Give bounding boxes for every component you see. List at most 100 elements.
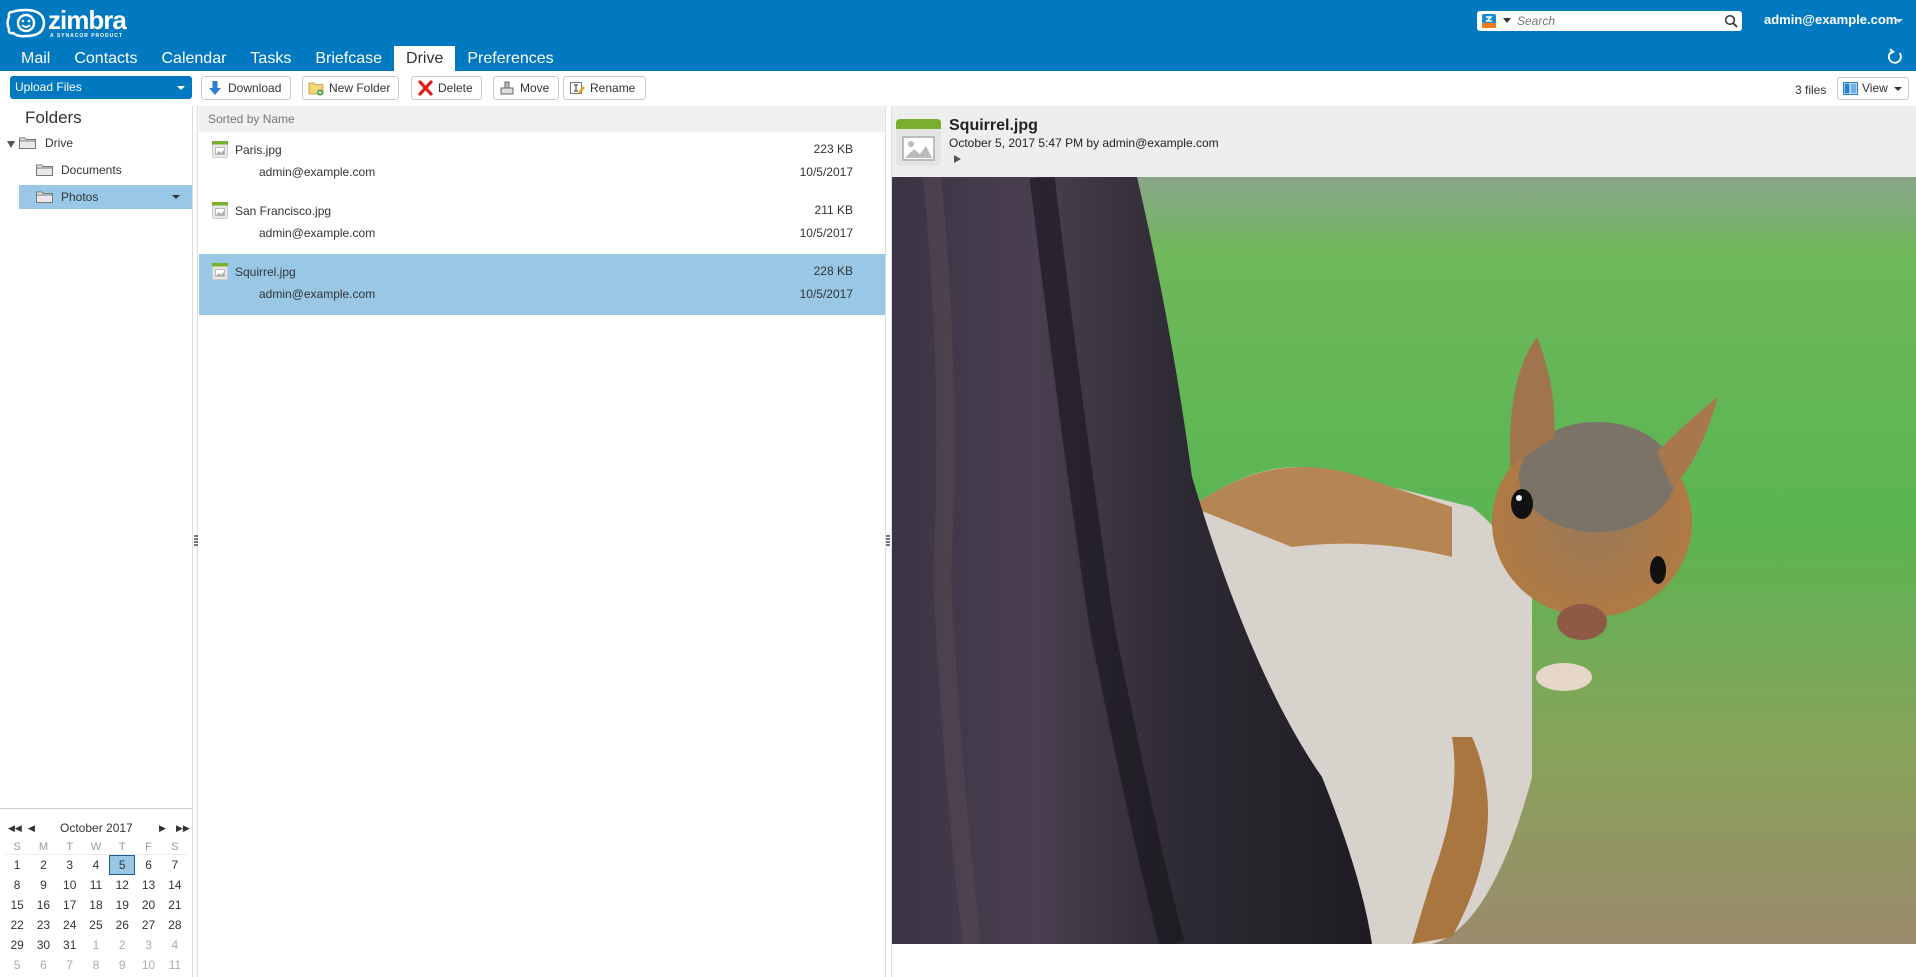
new-folder-button[interactable]: New Folder — [302, 76, 399, 100]
next-year-icon[interactable]: ▶▶ — [176, 823, 190, 834]
tree-item-photos[interactable]: Photos — [19, 185, 192, 209]
prev-month-icon[interactable]: ◀ — [28, 823, 35, 834]
calendar-day[interactable]: 17 — [57, 895, 83, 915]
calendar-day[interactable]: 5 — [4, 955, 30, 975]
expand-details-icon[interactable] — [954, 155, 961, 163]
calendar-day[interactable]: 8 — [4, 875, 30, 895]
zimbra-logo[interactable]: zimbra A SYNACOR PRODUCT — [6, 5, 127, 39]
calendar-day[interactable]: 7 — [162, 855, 188, 875]
grip-line — [886, 541, 890, 543]
file-count: 3 files — [1795, 83, 1827, 97]
file-name: Paris.jpg — [235, 143, 282, 157]
calendar-day[interactable]: 16 — [30, 895, 56, 915]
calendar-day[interactable]: 11 — [162, 955, 188, 975]
delete-x-icon — [418, 80, 433, 96]
user-menu[interactable]: admin@example.com — [1764, 12, 1897, 27]
calendar-day[interactable]: 6 — [30, 955, 56, 975]
tab-mail[interactable]: Mail — [9, 46, 62, 71]
calendar-day[interactable]: 2 — [109, 935, 135, 955]
calendar-day[interactable]: 18 — [83, 895, 109, 915]
file-date: 10/5/2017 — [799, 165, 853, 179]
weekday-label: S — [13, 841, 21, 853]
folder-actions-dropdown[interactable] — [172, 195, 180, 199]
calendar-day[interactable]: 24 — [57, 915, 83, 935]
calendar-day-selected[interactable]: 5 — [109, 855, 136, 875]
search-scope-dropdown[interactable] — [1503, 18, 1511, 23]
tab-calendar[interactable]: Calendar — [149, 46, 238, 71]
upload-files-button[interactable]: Upload Files — [10, 76, 192, 99]
reading-pane-icon — [1843, 82, 1858, 95]
next-month-icon[interactable]: ▶ — [159, 823, 166, 834]
calendar-day[interactable]: 9 — [109, 955, 135, 975]
calendar-day[interactable]: 4 — [83, 855, 109, 875]
calendar-day[interactable]: 28 — [162, 915, 188, 935]
calendar-day[interactable]: 19 — [109, 895, 135, 915]
calendar-day[interactable]: 7 — [57, 955, 83, 975]
calendar-day[interactable]: 31 — [57, 935, 83, 955]
calendar-day[interactable]: 10 — [57, 875, 83, 895]
calendar-day[interactable]: 27 — [135, 915, 161, 935]
calendar-day[interactable]: 2 — [30, 855, 56, 875]
logo-wordmark: zimbra — [48, 5, 127, 35]
chevron-down-icon[interactable] — [177, 86, 185, 90]
prev-year-icon[interactable]: ◀◀ — [8, 823, 22, 834]
calendar-day[interactable]: 11 — [83, 875, 109, 895]
chevron-down-icon[interactable] — [1895, 19, 1903, 23]
calendar-week: 29 30 31 1 2 3 4 — [4, 935, 188, 955]
preview-resize-handle[interactable] — [885, 106, 892, 977]
calendar-day[interactable]: 6 — [135, 855, 161, 875]
delete-button[interactable]: Delete — [411, 76, 482, 100]
file-row[interactable]: Squirrel.jpg 228 KB admin@example.com 10/5/… — [199, 254, 885, 315]
calendar-day[interactable]: 23 — [30, 915, 56, 935]
calendar-day[interactable]: 1 — [83, 935, 109, 955]
file-name: San Francisco.jpg — [235, 204, 332, 218]
tree-item-documents[interactable]: Documents — [19, 158, 192, 182]
tab-contacts[interactable]: Contacts — [62, 46, 149, 71]
folder-icon — [36, 191, 53, 203]
drive-app-icon[interactable] — [1481, 13, 1497, 29]
new-folder-label: New Folder — [329, 81, 391, 95]
download-button[interactable]: Download — [201, 76, 291, 100]
calendar-day[interactable]: 3 — [57, 855, 83, 875]
calendar-day[interactable]: 21 — [162, 895, 188, 915]
file-row[interactable]: Paris.jpg 223 KB admin@example.com 10/5/201… — [199, 132, 885, 193]
search-icon[interactable] — [1724, 14, 1738, 28]
file-row[interactable]: San Francisco.jpg 211 KB admin@example.com… — [199, 193, 885, 254]
calendar-day[interactable]: 14 — [162, 875, 188, 895]
tab-drive[interactable]: Drive — [394, 46, 456, 71]
image-file-icon — [212, 263, 228, 280]
tab-preferences[interactable]: Preferences — [455, 46, 565, 71]
preview-title: Squirrel.jpg — [949, 117, 1038, 134]
calendar-day[interactable]: 13 — [135, 875, 161, 895]
tab-briefcase[interactable]: Briefcase — [303, 46, 394, 71]
download-label: Download — [228, 81, 282, 95]
expand-triangle-icon[interactable] — [7, 141, 15, 148]
calendar-day[interactable]: 29 — [4, 935, 30, 955]
calendar-day[interactable]: 10 — [135, 955, 161, 975]
calendar-day[interactable]: 12 — [109, 875, 135, 895]
calendar-day[interactable]: 3 — [135, 935, 161, 955]
rename-button[interactable]: Rename — [563, 76, 646, 100]
image-file-icon — [212, 202, 228, 219]
app-header: zimbra A SYNACOR PRODUCT admin@example.c… — [0, 0, 1916, 71]
calendar-day[interactable]: 15 — [4, 895, 30, 915]
calendar-day[interactable]: 4 — [162, 935, 188, 955]
calendar-day[interactable]: 26 — [109, 915, 135, 935]
calendar-day[interactable]: 20 — [135, 895, 161, 915]
sort-header[interactable]: Sorted by Name — [199, 106, 885, 132]
calendar-month-label[interactable]: October 2017 — [60, 821, 133, 835]
calendar-day[interactable]: 8 — [83, 955, 109, 975]
calendar-day[interactable]: 22 — [4, 915, 30, 935]
search-input[interactable] — [1517, 13, 1717, 29]
calendar-day[interactable]: 9 — [30, 875, 56, 895]
calendar-day[interactable]: 1 — [4, 855, 30, 875]
grip-line — [194, 538, 198, 540]
view-menu-button[interactable]: View — [1837, 77, 1909, 100]
tab-tasks[interactable]: Tasks — [238, 46, 303, 71]
refresh-icon[interactable] — [1886, 48, 1904, 66]
calendar-day[interactable]: 25 — [83, 915, 109, 935]
calendar-day[interactable]: 30 — [30, 935, 56, 955]
move-button[interactable]: Move — [493, 76, 559, 100]
tree-item-drive[interactable]: Drive — [19, 131, 192, 155]
sidebar-resize-handle[interactable] — [192, 106, 198, 977]
